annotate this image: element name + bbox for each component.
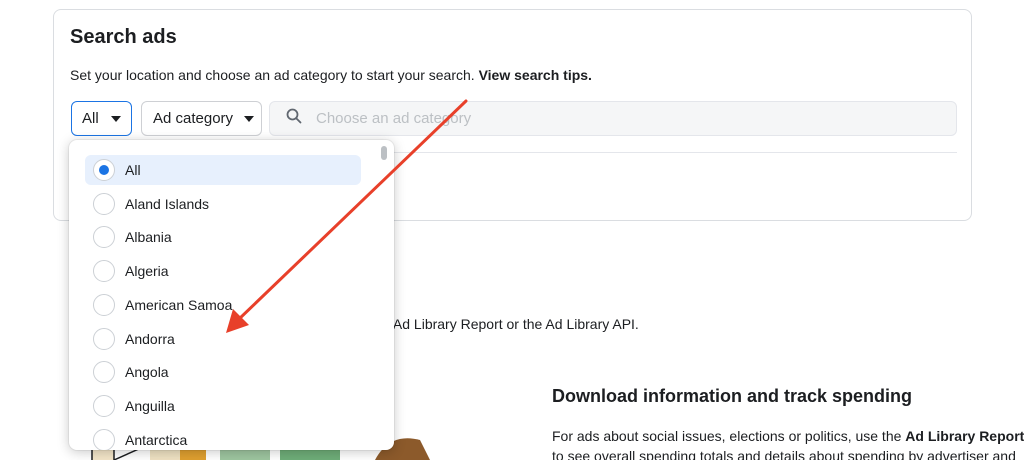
country-option[interactable]: Anguilla [85, 391, 361, 421]
scrollbar-thumb[interactable] [381, 146, 387, 160]
country-option[interactable]: Angola [85, 357, 361, 387]
divider [382, 152, 957, 153]
country-option[interactable]: American Samoa [85, 290, 361, 320]
country-option-label: Angola [125, 364, 169, 381]
ad-library-report-link[interactable]: Ad Library Report [905, 428, 1024, 444]
card-description-text: Set your location and choose an ad categ… [70, 67, 479, 83]
country-option-label: Andorra [125, 330, 175, 347]
country-option[interactable]: Aland Islands [85, 189, 361, 219]
search-placeholder: Choose an ad category [316, 110, 472, 127]
radio-icon[interactable] [93, 192, 115, 215]
scrollbar-track[interactable] [379, 140, 389, 450]
radio-selected-icon[interactable] [93, 159, 115, 181]
radio-icon[interactable] [93, 293, 115, 316]
background-text: e Ad Library Report or the Ad Library AP… [382, 316, 639, 332]
search-icon [286, 108, 302, 129]
country-option-label: Aland Islands [125, 195, 210, 212]
country-option[interactable]: Algeria [85, 256, 361, 286]
country-option[interactable]: Albania [85, 222, 361, 252]
radio-icon[interactable] [93, 361, 115, 384]
download-paragraph-line2: to see overall spending totals and detai… [552, 448, 1016, 460]
country-dropdown-value: All [82, 110, 99, 127]
radio-icon[interactable] [93, 260, 115, 283]
card-title: Search ads [70, 26, 177, 48]
country-option-label: Antarctica [125, 431, 188, 448]
country-option-label: American Samoa [125, 296, 233, 313]
caret-down-icon [110, 115, 121, 122]
radio-icon[interactable] [93, 394, 115, 417]
country-option-label: Anguilla [125, 397, 175, 414]
country-option[interactable]: All [85, 155, 361, 185]
download-paragraph: For ads about social issues, elections o… [552, 426, 1024, 460]
country-options-popup: All Aland Islands Albania Algeria American S… [69, 140, 394, 450]
ad-category-dropdown-value: Ad category [153, 110, 234, 127]
country-option-label: All [125, 162, 141, 178]
country-option[interactable]: Andorra [85, 324, 361, 354]
view-search-tips-link[interactable]: View search tips. [479, 67, 592, 83]
card-description: Set your location and choose an ad categ… [70, 67, 592, 83]
radio-icon[interactable] [93, 226, 115, 249]
country-option-label: Albania [125, 229, 172, 246]
download-paragraph-line1: For ads about social issues, elections o… [552, 428, 906, 444]
caret-down-icon [244, 115, 255, 122]
radio-icon[interactable] [93, 428, 115, 450]
ad-category-dropdown[interactable]: Ad category [141, 101, 262, 136]
radio-icon[interactable] [93, 327, 115, 350]
country-option[interactable]: Antarctica [85, 425, 361, 450]
search-input[interactable]: Choose an ad category [269, 101, 957, 136]
country-dropdown[interactable]: All [71, 101, 132, 136]
download-heading: Download information and track spending [552, 386, 913, 406]
country-option-label: Algeria [125, 263, 169, 280]
